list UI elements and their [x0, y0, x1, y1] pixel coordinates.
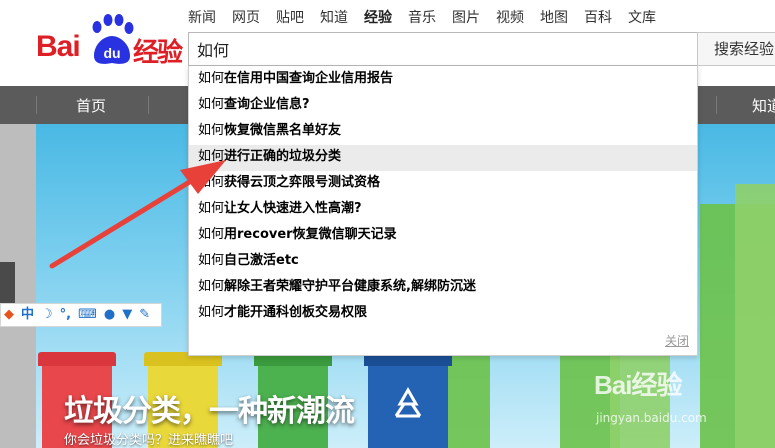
menu-home[interactable]: 首页 [76, 95, 106, 116]
recycle-icon [394, 386, 422, 418]
nav-video[interactable]: 视频 [496, 7, 524, 27]
suggestion-item[interactable]: 如何恢复微信黑名单好友 [189, 119, 697, 145]
logo-bai-text: Bai [36, 30, 81, 63]
nav-map[interactable]: 地图 [540, 7, 568, 27]
punctuation-icon[interactable]: °, [60, 305, 71, 325]
wrench-icon[interactable]: ✎ [139, 305, 150, 325]
page: Bai du 经验 新闻 网页 贴吧 知道 经验 音乐 图片 视频 地图 百科 … [0, 0, 775, 448]
suggestion-item[interactable]: 如何才能开通科创板交易权限 [189, 301, 697, 327]
watermark-url: jingyan.baidu.com [596, 411, 707, 425]
suggestion-item[interactable]: 如何让女人快速进入性高潮? [189, 197, 697, 223]
nav-music[interactable]: 音乐 [408, 7, 436, 27]
suggestion-item[interactable]: 如何获得云顶之弈限号测试资格 [189, 171, 697, 197]
suggestion-item[interactable]: 如何解除王者荣耀守护平台健康系统,解绑防沉迷 [189, 275, 697, 301]
banner-title[interactable]: 垃圾分类，一种新潮流 [64, 386, 355, 430]
search-box [188, 32, 698, 66]
suggestion-item[interactable]: 如何自己激活etc [189, 249, 697, 275]
suggestion-item[interactable]: 如何查询企业信息? [189, 93, 697, 119]
menu-zhidao[interactable]: 知道 [752, 95, 775, 116]
moon-icon[interactable]: ☽ [41, 305, 53, 325]
nav-wenku[interactable]: 文库 [628, 7, 656, 27]
nav-baike[interactable]: 百科 [584, 7, 612, 27]
menu-separator [716, 96, 717, 114]
nav-zhidao[interactable]: 知道 [320, 7, 348, 27]
logo-du-text: du [103, 45, 120, 61]
nav-web[interactable]: 网页 [232, 7, 260, 27]
search-input[interactable] [189, 33, 697, 65]
nav-tieba[interactable]: 贴吧 [276, 7, 304, 27]
close-suggestions-link[interactable]: 关闭 [665, 332, 689, 349]
baidu-jingyan-watermark: Bai经验 jingyan.baidu.com [594, 359, 764, 439]
banner-subtitle[interactable]: 你会垃圾分类吗？进来瞧瞧吧 [64, 429, 233, 448]
baidu-jingyan-logo[interactable]: Bai du 经验 [36, 14, 186, 68]
top-nav: 新闻 网页 贴吧 知道 经验 音乐 图片 视频 地图 百科 文库 [188, 7, 672, 27]
watermark-logo: Bai经验 [594, 370, 682, 400]
nav-jingyan[interactable]: 经验 [364, 7, 392, 27]
shirt-icon[interactable]: ▼ [122, 305, 132, 325]
paw-icon: du [92, 14, 134, 64]
search-suggestions: 如何在信用中国查询企业信用报告 如何查询企业信息? 如何恢复微信黑名单好友 如何… [188, 66, 698, 356]
ime-logo-icon[interactable]: ◆ [4, 305, 14, 325]
user-icon[interactable]: ● [104, 305, 115, 325]
side-tab[interactable] [0, 262, 15, 304]
suggestion-item[interactable]: 如何在信用中国查询企业信用报告 [189, 67, 697, 93]
nav-images[interactable]: 图片 [452, 7, 480, 27]
suggestion-item[interactable]: 如何用recover恢复微信聊天记录 [189, 223, 697, 249]
menu-separator [36, 96, 37, 114]
logo-jingyan-text: 经验 [133, 38, 183, 68]
keyboard-icon[interactable]: ⌨ [78, 305, 97, 325]
ime-lang-toggle[interactable]: 中 [21, 305, 34, 325]
search-button[interactable]: 搜索经验 [697, 32, 775, 66]
nav-news[interactable]: 新闻 [188, 7, 216, 27]
suggestion-item-highlighted[interactable]: 如何进行正确的垃圾分类 [189, 145, 697, 171]
menu-separator [148, 96, 149, 114]
ime-toolbar: ◆ 中 ☽ °, ⌨ ● ▼ ✎ [0, 303, 162, 327]
